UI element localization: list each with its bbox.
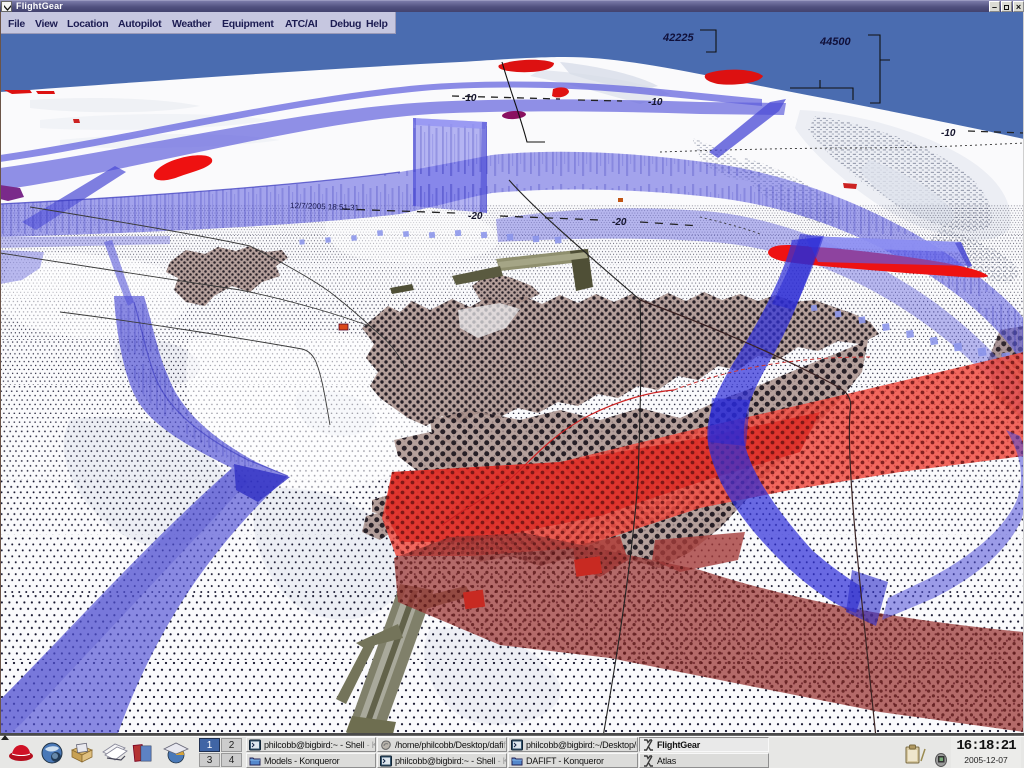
- svg-text:-10: -10: [941, 128, 956, 139]
- svg-text:44500: 44500: [819, 36, 851, 48]
- svg-text:-20: -20: [612, 217, 627, 228]
- svg-text:-20: -20: [468, 211, 483, 222]
- svg-text:42225: 42225: [662, 32, 694, 44]
- svg-text:-10: -10: [462, 93, 477, 104]
- svg-text:-10: -10: [648, 97, 663, 108]
